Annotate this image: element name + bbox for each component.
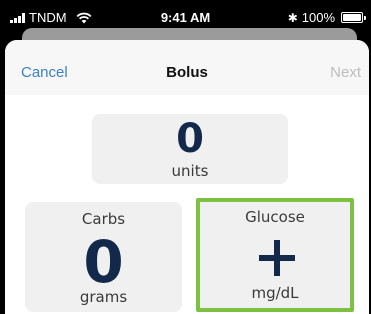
glucose-title: Glucose	[245, 208, 305, 226]
bluetooth-icon: ✱	[287, 10, 298, 25]
bolus-sheet: Cancel Bolus Next 0 units Carbs 0 grams …	[5, 40, 369, 314]
carbs-unit: grams	[79, 288, 128, 306]
units-label: units	[171, 162, 209, 180]
carbs-title: Carbs	[81, 210, 126, 228]
page-title: Bolus	[166, 64, 208, 81]
units-value: 0	[176, 116, 204, 162]
battery-icon	[341, 12, 366, 23]
status-right: ✱ 100%	[287, 10, 366, 25]
units-tile[interactable]: 0 units	[92, 114, 288, 184]
nav-bar: Cancel Bolus Next	[5, 40, 369, 95]
plus-icon	[259, 240, 295, 276]
next-button[interactable]: Next	[330, 64, 361, 81]
glucose-tile[interactable]: Glucose mg/dL	[196, 198, 354, 312]
battery-fill	[343, 14, 361, 21]
carbs-tile[interactable]: Carbs 0 grams	[25, 202, 182, 312]
carbs-value: 0	[83, 228, 124, 296]
battery-percent: 100%	[301, 10, 335, 25]
glucose-unit: mg/dL	[251, 284, 299, 302]
